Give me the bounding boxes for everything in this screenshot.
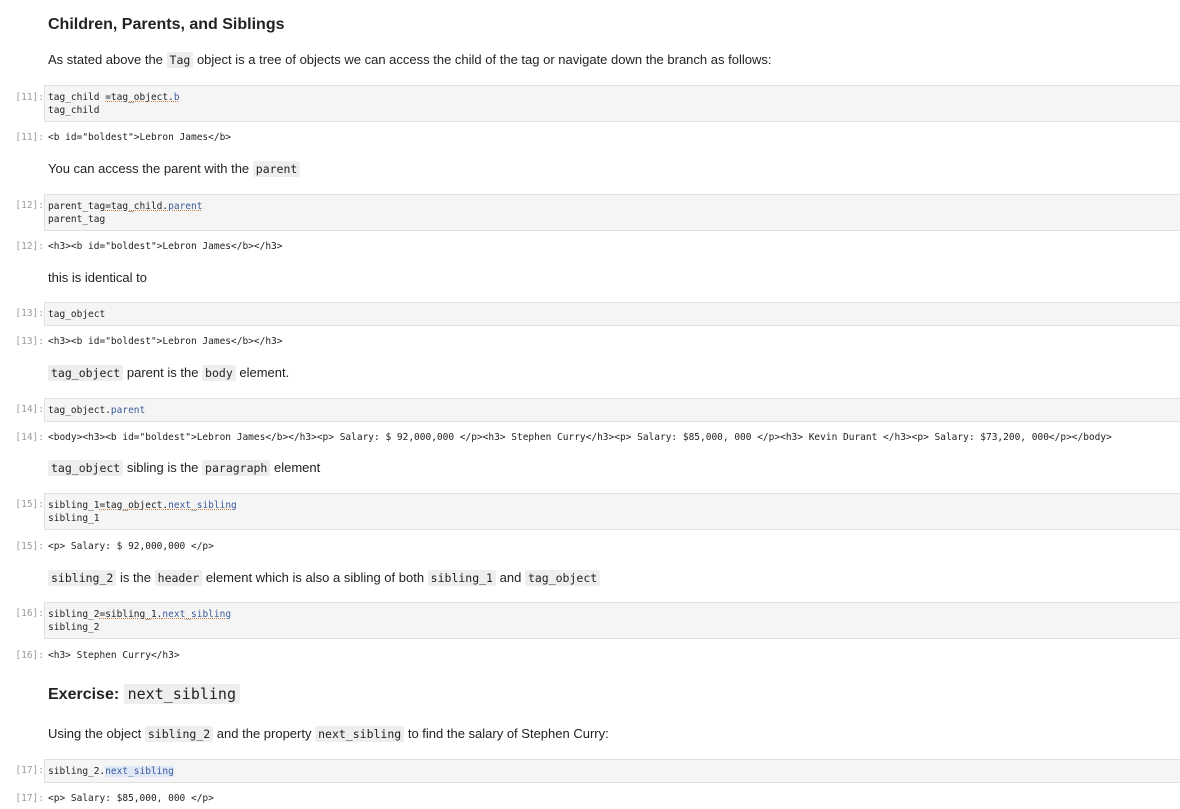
section-heading: Children, Parents, and Siblings: [48, 16, 284, 34]
inline-code: next_sibling: [123, 684, 240, 704]
exercise-heading: Exercise: next_sibling: [48, 684, 240, 704]
exercise-title: Exercise: next_sibling: [48, 684, 240, 704]
md-text: element: [273, 460, 321, 475]
md-text: parent is the: [126, 365, 199, 380]
code-token: sibling_2: [48, 622, 100, 633]
input-prompt: [15]:: [15, 499, 44, 510]
code-token: sibling_2.: [48, 766, 106, 777]
cell-output: <p> Salary: $ 92,000,000 </p>: [48, 541, 214, 552]
exercise-paragraph: Using the object sibling_2 and the prope…: [48, 726, 609, 742]
output-prompt: [16]:: [15, 650, 44, 661]
code-input-cell[interactable]: tag_object: [44, 302, 1180, 326]
cell-output: <h3> Stephen Curry</h3>: [48, 650, 180, 661]
output-prompt: [17]:: [15, 793, 44, 804]
input-prompt: [16]:: [15, 608, 44, 619]
code-token: tag_child: [48, 105, 100, 116]
code-token: sibling_1: [48, 513, 100, 524]
code-input-cell[interactable]: sibling_2.next_sibling: [44, 759, 1180, 783]
code-token: tag_child: [48, 92, 106, 103]
markdown-paragraph: tag_object sibling is the paragraph elem…: [48, 460, 321, 476]
input-prompt: [17]:: [15, 765, 44, 776]
markdown-paragraph: tag_object parent is the body element.: [48, 365, 290, 381]
inline-code: header: [154, 570, 203, 586]
inline-code: tag_object: [48, 460, 124, 476]
code-token: tag_object: [48, 309, 106, 320]
inline-code: parent: [252, 161, 301, 177]
inline-code: sibling_1: [427, 570, 496, 586]
intro-text: object is a tree of objects we can acces…: [196, 52, 772, 67]
input-prompt: [13]:: [15, 308, 44, 319]
code-input-cell[interactable]: sibling_2=sibling_1.next_sibling sibling…: [44, 602, 1180, 639]
cell-output: <h3><b id="boldest">Lebron James</b></h3…: [48, 336, 283, 347]
input-prompt: [11]:: [15, 92, 44, 103]
md-text: Using the object: [48, 726, 142, 741]
cell-output: <h3><b id="boldest">Lebron James</b></h3…: [48, 241, 283, 252]
inline-code: sibling_2: [48, 570, 117, 586]
markdown-paragraph: You can access the parent with the paren…: [48, 161, 301, 177]
code-token: parent: [168, 201, 203, 212]
input-prompt: [14]:: [15, 404, 44, 415]
output-prompt: [14]:: [15, 432, 44, 443]
code-input-cell[interactable]: sibling_1=tag_object.next_sibling siblin…: [44, 493, 1180, 530]
md-text: is the: [119, 570, 152, 585]
code-token: parent_tag: [48, 201, 106, 212]
code-token: parent_tag: [48, 214, 106, 225]
cell-output: <b id="boldest">Lebron James</b>: [48, 132, 232, 143]
cell-output: <body><h3><b id="boldest">Lebron James</…: [48, 432, 1112, 443]
code-token: =tag_object.: [99, 500, 169, 511]
input-prompt: [12]:: [15, 200, 44, 211]
markdown-paragraph: sibling_2 is the header element which is…: [48, 570, 601, 586]
code-input-cell[interactable]: tag_object.parent: [44, 398, 1180, 422]
code-token: =sibling_1.: [99, 609, 163, 620]
md-text: sibling is the: [126, 460, 199, 475]
inline-code: Tag: [166, 52, 194, 68]
inline-code: tag_object: [524, 570, 601, 586]
output-prompt: [12]:: [15, 241, 44, 252]
markdown-paragraph: this is identical to: [48, 270, 147, 285]
code-token: sibling_2: [48, 609, 100, 620]
cell-output: <p> Salary: $85,000, 000 </p>: [48, 793, 214, 804]
md-text: element.: [239, 365, 290, 380]
code-input-cell[interactable]: tag_child =tag_object.b tag_child: [44, 85, 1180, 122]
code-input-cell[interactable]: parent_tag=tag_child.parent parent_tag: [44, 194, 1180, 231]
inline-code: next_sibling: [315, 726, 405, 742]
code-token: next_sibling: [105, 766, 174, 777]
section-title: Children, Parents, and Siblings: [48, 16, 285, 33]
code-token: =tag_object.: [105, 92, 174, 103]
code-token: next_sibling: [168, 500, 237, 511]
code-token: =tag_child.: [105, 201, 169, 212]
output-prompt: [15]:: [15, 541, 44, 552]
inline-code: tag_object: [48, 365, 124, 381]
inline-code: sibling_2: [144, 726, 214, 742]
md-text: this is identical to: [48, 270, 147, 285]
intro-paragraph: As stated above the Tag object is a tree…: [48, 52, 772, 68]
code-token: sibling_1: [48, 500, 100, 511]
output-prompt: [13]:: [15, 336, 44, 347]
code-token: next_sibling: [162, 609, 232, 620]
exercise-title-text: Exercise:: [48, 686, 120, 703]
md-text: You can access the parent with the: [48, 161, 250, 176]
md-text: and the property: [216, 726, 312, 741]
code-token: tag_object.: [48, 405, 111, 416]
intro-text: As stated above the: [48, 52, 163, 67]
code-token: b: [173, 92, 180, 103]
output-prompt: [11]:: [15, 132, 44, 143]
code-token: parent: [110, 405, 146, 416]
md-text: and: [499, 570, 522, 585]
md-text: to find the salary of Stephen Curry:: [407, 726, 609, 741]
md-text: element which is also a sibling of both: [205, 570, 425, 585]
inline-code: body: [202, 365, 236, 381]
inline-code: paragraph: [202, 460, 271, 476]
